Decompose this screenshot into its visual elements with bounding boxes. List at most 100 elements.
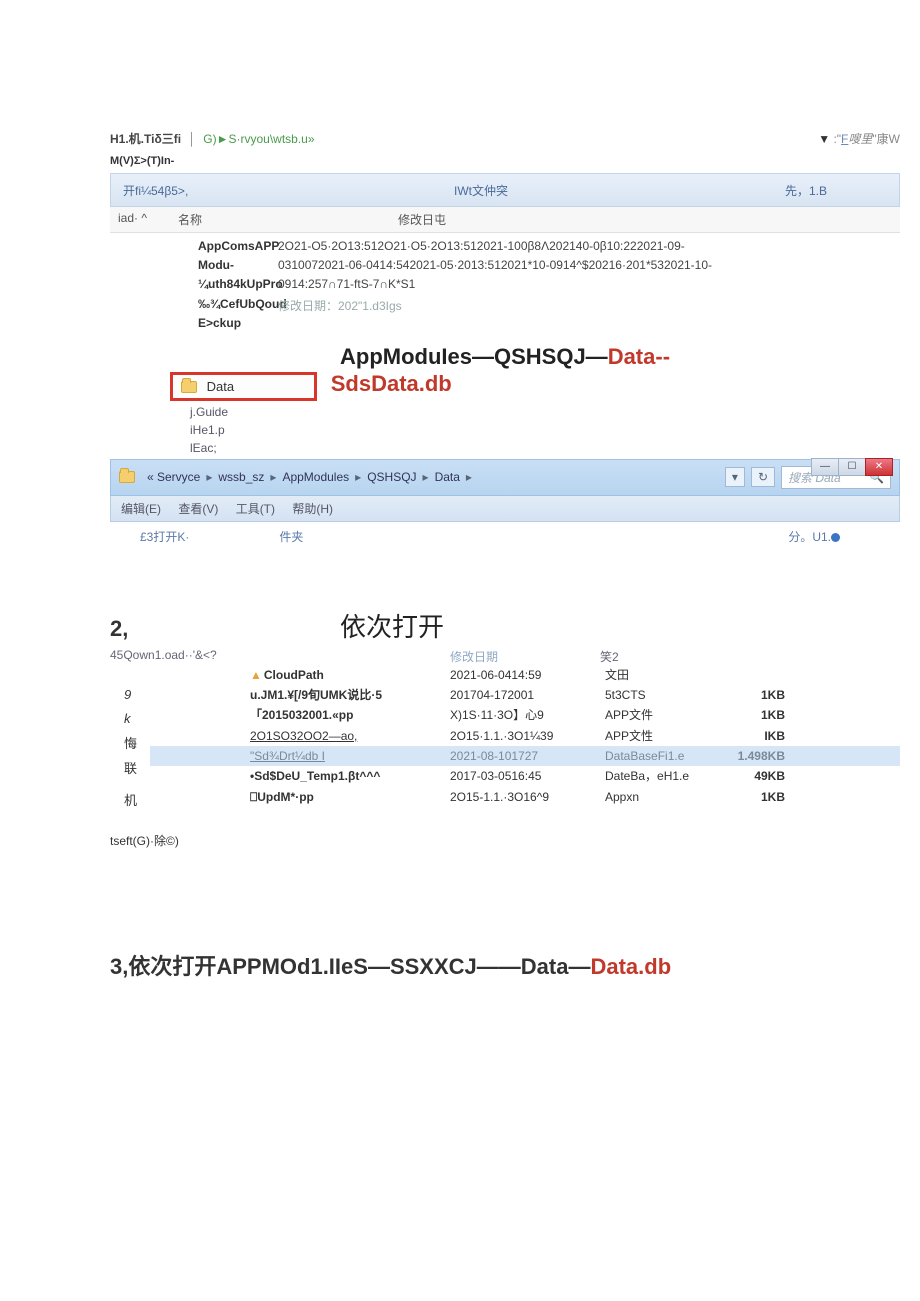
status-dot-icon bbox=[831, 533, 840, 542]
menu-edit[interactable]: 编辑(E) bbox=[121, 502, 161, 516]
list-item[interactable]: ‰¾CefUbQoud bbox=[198, 295, 278, 314]
status-left: £3打开K· bbox=[140, 528, 189, 545]
explorer-window: — ☐ ✕ « Servyce ▸ wssb_sz ▸ AppModules ▸… bbox=[110, 459, 900, 496]
folder-label: Data bbox=[207, 379, 234, 394]
menu-help[interactable]: 帮助(H) bbox=[292, 502, 333, 516]
title-part-a: H1.机.Tiδ三fi bbox=[110, 132, 181, 146]
sublist: j.Guide iHe1.p lEac; bbox=[190, 403, 900, 457]
file-name: ⎕UpdM*·pp bbox=[150, 787, 450, 807]
file-name: ▲CloudPath bbox=[150, 665, 450, 685]
file-table: ▲CloudPath2021-06-0414:59文田u.JM1.¥[/9旬UM… bbox=[150, 665, 900, 814]
maximize-button[interactable]: ☐ bbox=[838, 458, 866, 476]
file-name: 「2015032001.«pp bbox=[150, 705, 450, 725]
file-size: 1KB bbox=[725, 787, 785, 807]
file-type: 5t3CTS bbox=[605, 685, 725, 705]
dropdown-icon[interactable]: ▼ bbox=[818, 132, 830, 146]
minimize-button[interactable]: — bbox=[811, 458, 839, 476]
window-buttons: — ☐ ✕ bbox=[812, 458, 893, 476]
footer-text: tseft(G)·除©) bbox=[110, 832, 900, 849]
folder-icon bbox=[119, 471, 135, 483]
list-item[interactable]: j.Guide bbox=[190, 403, 900, 421]
sub-label: 45Qown1.oad··'&<? bbox=[110, 648, 450, 665]
toolbar: 开fi¼54β5>, IWt文仲突 先，1.B bbox=[110, 173, 900, 207]
sep: │ bbox=[188, 132, 196, 146]
menu-tools[interactable]: 工具(T) bbox=[236, 502, 275, 516]
file-name: "Sd¾Drt¼db I bbox=[150, 746, 450, 766]
table-row[interactable]: 2O1SO32OO2—ao,2O15·1.1.·3O1¼39APP文性IKB bbox=[150, 726, 900, 746]
file-date: 2017-03-0516:45 bbox=[450, 766, 605, 786]
file-name: 2O1SO32OO2—ao, bbox=[150, 726, 450, 746]
folder-highlight[interactable]: Data bbox=[170, 372, 317, 401]
file-date: 201704-172001 bbox=[450, 685, 605, 705]
status-right: 分。U1. bbox=[788, 528, 880, 545]
dropdown-button[interactable]: ▾ bbox=[725, 467, 745, 487]
section-2: 2, 依次打开 45Qown1.oad··'&<? 修改日期 笑2 9 k 悔 … bbox=[110, 607, 900, 849]
file-type: APP文件 bbox=[605, 705, 725, 725]
table-row[interactable]: 「2015032001.«ppX)1S·11·3O】心9APP文件1KB bbox=[150, 705, 900, 725]
breadcrumb[interactable]: « Servyce ▸ wssb_sz ▸ AppModules ▸ QSHSQ… bbox=[119, 466, 891, 489]
close-button[interactable]: ✕ bbox=[865, 458, 893, 476]
column-header: iad· ^ 名称 修改日屯 bbox=[110, 207, 900, 233]
file-dates: 2O21-O5·2O13:512O21·O5·2O13:512021-100β8… bbox=[278, 237, 892, 333]
list-item[interactable]: Modu- bbox=[198, 256, 278, 275]
file-names: AppComsAPP Modu- ¼uth84kUpPro ‰¾CefUbQou… bbox=[118, 237, 278, 333]
chevron-right-icon: ▸ bbox=[423, 470, 429, 484]
file-size: 49KB bbox=[725, 766, 785, 786]
sidebar: 9 k 悔 联 机 bbox=[110, 665, 150, 814]
file-size bbox=[725, 665, 785, 685]
caret-up-icon: ▲ bbox=[250, 668, 262, 682]
col-type[interactable]: 笑2 bbox=[600, 648, 720, 665]
file-list: AppComsAPP Modu- ¼uth84kUpPro ‰¾CefUbQou… bbox=[110, 233, 900, 337]
table-row[interactable]: •Sd$DeU_Temp1.βt^^^2017-03-0516:45DateBa… bbox=[150, 766, 900, 786]
header-line: H1.机.Tiδ三fi │ G)►S·rvyou\wtsb.u» ▼ :"F嗖里… bbox=[110, 130, 900, 147]
column-header: 45Qown1.oad··'&<? 修改日期 笑2 bbox=[110, 648, 900, 665]
table-row[interactable]: u.JM1.¥[/9旬UMK说比·5201704-1720015t3CTS1KB bbox=[150, 685, 900, 705]
list-item[interactable]: AppComsAPP bbox=[198, 237, 278, 256]
file-size: IKB bbox=[725, 726, 785, 746]
file-size: 1.498KB bbox=[725, 746, 785, 766]
file-type: 文田 bbox=[605, 665, 725, 685]
chevron-right-icon: ▸ bbox=[466, 470, 472, 484]
file-name: u.JM1.¥[/9旬UMK说比·5 bbox=[150, 685, 450, 705]
step-number: 2, bbox=[110, 616, 340, 642]
col-modified[interactable]: 修改日屯 bbox=[398, 211, 892, 228]
toolbar-open[interactable]: 开fi¼54β5>, bbox=[123, 174, 454, 206]
chevron-right-icon: ▸ bbox=[270, 470, 276, 484]
step-3-text: 3,依次打开APPMOd1.IIeS—SSXXCJ——Data—Data.db bbox=[110, 949, 900, 981]
col-icon[interactable]: iad· ^ bbox=[118, 211, 178, 228]
col-name[interactable]: 名称 bbox=[178, 211, 398, 228]
highlighted-folder-row: Data SdsData.db bbox=[170, 370, 900, 401]
section-3: 3,依次打开APPMOd1.IIeS—SSXXCJ——Data—Data.db bbox=[110, 949, 900, 981]
file-type: DataBaseFi1.e bbox=[605, 746, 725, 766]
chevron-right-icon: ▸ bbox=[206, 470, 212, 484]
table-row[interactable]: "Sd¾Drt¼db I2021-08-101727DataBaseFi1.e1… bbox=[150, 746, 900, 766]
table-row[interactable]: ⎕UpdM*·pp2O15-1.1.·3O16^9Appxn1KB bbox=[150, 787, 900, 807]
file-size: 1KB bbox=[725, 685, 785, 705]
toolbar-mid[interactable]: IWt文仲突 bbox=[454, 174, 785, 206]
col-modified[interactable]: 修改日期 bbox=[450, 648, 600, 665]
step-title: 依次打开 bbox=[340, 607, 444, 644]
file-date: 2O15-1.1.·3O16^9 bbox=[450, 787, 605, 807]
status-mid: 件夹 bbox=[279, 528, 303, 545]
modified-label: 修改日期：202"1.d3Igs bbox=[278, 297, 892, 316]
file-date: 2021-06-0414:59 bbox=[450, 665, 605, 685]
list-item[interactable]: lEac; bbox=[190, 439, 900, 457]
file-date: 2O15·1.1.·3O1¼39 bbox=[450, 726, 605, 746]
folder-icon bbox=[181, 381, 197, 393]
file-type: Appxn bbox=[605, 787, 725, 807]
toolbar-right[interactable]: 先，1.B bbox=[785, 174, 887, 206]
table-row[interactable]: ▲CloudPath2021-06-0414:59文田 bbox=[150, 665, 900, 685]
list-item[interactable]: E>ckup bbox=[198, 314, 278, 333]
annotation-1: AppModuIes—QSHSQJ—Data-- bbox=[340, 343, 900, 372]
menu-line[interactable]: M(V)Σ>(T)In- bbox=[110, 155, 900, 167]
list-item[interactable]: ¼uth84kUpPro bbox=[198, 275, 278, 294]
menu-view[interactable]: 查看(V) bbox=[178, 502, 218, 516]
menu-bar: 编辑(E) 查看(V) 工具(T) 帮助(H) bbox=[110, 496, 900, 522]
chevron-right-icon: ▸ bbox=[355, 470, 361, 484]
title-part-b: G)►S·rvyou\wtsb.u» bbox=[203, 132, 314, 146]
refresh-button[interactable]: ↻ bbox=[751, 467, 775, 487]
file-type: APP文性 bbox=[605, 726, 725, 746]
file-date: 2021-08-101727 bbox=[450, 746, 605, 766]
search-hint: ▼ :"F嗖里"康W bbox=[818, 130, 900, 147]
list-item[interactable]: iHe1.p bbox=[190, 421, 900, 439]
